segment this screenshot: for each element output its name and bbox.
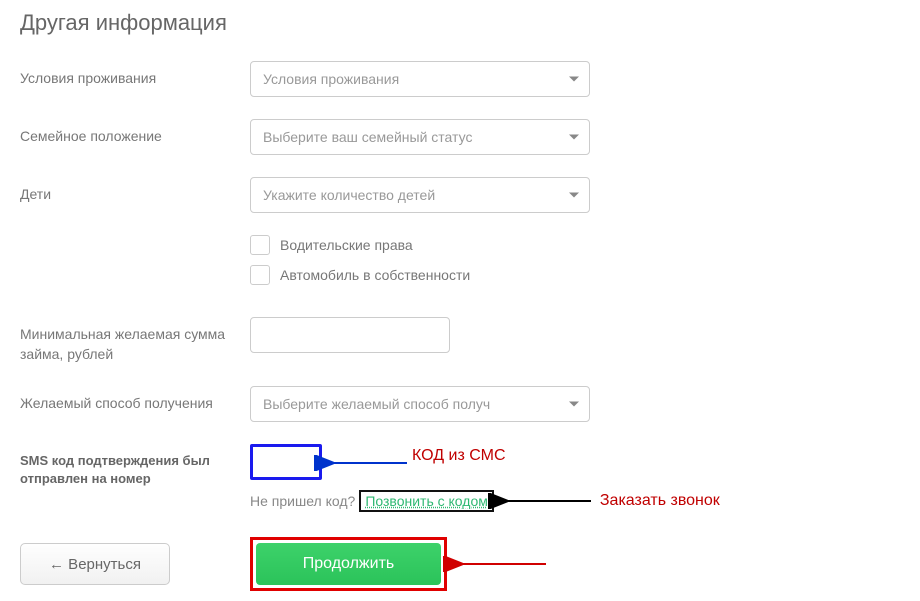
checkbox-car[interactable] [250, 265, 270, 285]
page-title: Другая информация [20, 10, 900, 36]
row-method: Желаемый способ получения Выберите желае… [20, 386, 900, 422]
checkbox-car-label: Автомобиль в собственности [280, 267, 470, 283]
label-empty [20, 235, 250, 243]
continue-highlight-box: Продолжить [250, 537, 447, 591]
select-marital[interactable]: Выберите ваш семейный статус [250, 119, 590, 155]
label-living: Условия проживания [20, 61, 250, 89]
input-sms-code[interactable] [250, 444, 322, 480]
select-method-placeholder: Выберите желаемый способ получ [263, 396, 490, 412]
arrow-call-icon [496, 491, 596, 511]
chevron-down-icon [569, 193, 579, 198]
continue-button[interactable]: Продолжить [256, 543, 441, 585]
chevron-down-icon [569, 135, 579, 140]
no-code-text: Не пришел код? [250, 493, 355, 509]
select-children[interactable]: Укажите количество детей [250, 177, 590, 213]
button-row: ← Вернуться Продолжить [20, 537, 900, 591]
arrow-sms-icon [322, 448, 412, 478]
no-code-line: Не пришел код? Позвонить с кодом Заказат… [250, 490, 720, 512]
annotation-sms: КОД из СМС [412, 447, 506, 465]
select-living[interactable]: Условия проживания [250, 61, 590, 97]
chevron-down-icon [569, 402, 579, 407]
row-children: Дети Укажите количество детей [20, 177, 900, 213]
checkbox-car-row: Автомобиль в собственности [250, 265, 470, 285]
chevron-down-icon [569, 77, 579, 82]
annotation-call: Заказать звонок [600, 492, 720, 510]
row-living: Условия проживания Условия проживания [20, 61, 900, 97]
back-button[interactable]: ← Вернуться [20, 543, 170, 585]
row-checkboxes: Водительские права Автомобиль в собствен… [20, 235, 900, 295]
label-sms: SMS код подтверждения был отправлен на н… [20, 444, 250, 488]
label-min-amount: Минимальная желаемая сумма займа, рублей [20, 317, 250, 364]
row-sms: SMS код подтверждения был отправлен на н… [20, 444, 900, 512]
row-min-amount: Минимальная желаемая сумма займа, рублей [20, 317, 900, 364]
row-marital: Семейное положение Выберите ваш семейный… [20, 119, 900, 155]
arrow-continue-icon [451, 549, 551, 579]
select-marital-placeholder: Выберите ваш семейный статус [263, 129, 472, 145]
label-children: Дети [20, 177, 250, 205]
input-min-amount[interactable] [250, 317, 450, 353]
select-living-placeholder: Условия проживания [263, 71, 399, 87]
label-marital: Семейное положение [20, 119, 250, 147]
checkbox-license-label: Водительские права [280, 237, 413, 253]
call-with-code-link[interactable]: Позвонить с кодом [359, 490, 494, 512]
select-method[interactable]: Выберите желаемый способ получ [250, 386, 590, 422]
select-children-placeholder: Укажите количество детей [263, 187, 435, 203]
checkbox-license[interactable] [250, 235, 270, 255]
label-method: Желаемый способ получения [20, 386, 250, 414]
checkbox-license-row: Водительские права [250, 235, 470, 255]
